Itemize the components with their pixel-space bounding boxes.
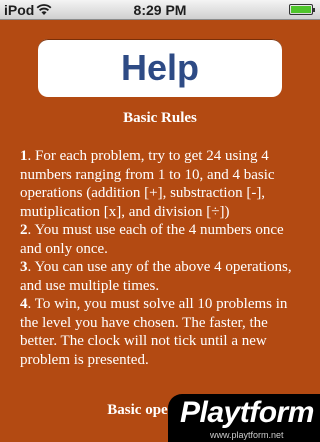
rule-item: 2. You must use each of the 4 numbers on…: [20, 222, 284, 257]
rules-list: 1. For each problem, try to get 24 using…: [20, 147, 306, 369]
rule-item: 3. You can use any of the above 4 operat…: [20, 259, 292, 294]
status-bar: iPod 8:29 PM: [0, 0, 320, 20]
rule-item: 4. To win, you must solve all 10 problem…: [20, 296, 288, 368]
basic-rules-title: Basic Rules: [123, 110, 197, 126]
watermark-logo: Playtform: [180, 396, 314, 429]
watermark-url: www.playtform.net: [210, 430, 284, 440]
status-time: 8:29 PM: [133, 2, 187, 18]
playtform-watermark: Playtform www.playtform.net: [168, 394, 320, 442]
battery-icon: [289, 4, 315, 15]
rule-item: 1. For each problem, try to get 24 using…: [20, 148, 275, 220]
help-button[interactable]: Help: [38, 39, 282, 97]
